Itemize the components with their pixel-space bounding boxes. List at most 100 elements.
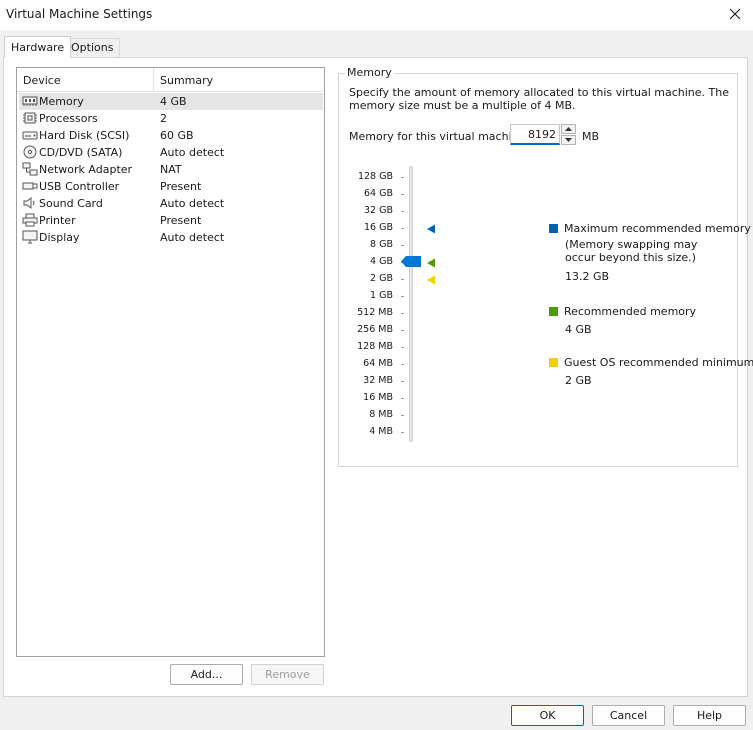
device-summary: Present <box>160 214 202 227</box>
device-summary: Auto detect <box>160 146 225 159</box>
device-list[interactable]: Device Summary Memory 4 GB Processors 2 … <box>16 67 325 657</box>
column-separator[interactable] <box>153 68 154 91</box>
list-header: Device Summary <box>17 68 324 92</box>
list-item-display[interactable]: Display Auto detect <box>19 229 323 246</box>
scale-label: 64 GB <box>364 188 393 199</box>
legend-guest-min-value: 2 GB <box>565 374 592 387</box>
list-item-sound-card[interactable]: Sound Card Auto detect <box>19 195 323 212</box>
legend-recommended-label: Recommended memory <box>564 305 697 318</box>
printer-icon <box>22 213 38 227</box>
remove-device-button[interactable]: Remove <box>251 664 324 685</box>
column-header-device[interactable]: Device <box>23 74 61 87</box>
cancel-button[interactable]: Cancel <box>592 705 665 726</box>
dialog-client: Hardware Options Device Summary Memory 4… <box>0 30 753 730</box>
tab-options[interactable]: Options <box>64 38 121 57</box>
scale-tick <box>401 432 404 433</box>
scale-tick <box>401 296 404 297</box>
list-item-network-adapter[interactable]: Network Adapter NAT <box>19 161 323 178</box>
device-name: Display <box>39 231 80 244</box>
memory-slider-track[interactable] <box>409 166 413 442</box>
legend-swatch-recommended <box>549 307 558 316</box>
scale-label: 1 GB <box>370 290 393 301</box>
tab-hardware[interactable]: Hardware <box>4 36 72 58</box>
device-name: USB Controller <box>39 180 120 193</box>
device-name: Network Adapter <box>39 163 133 176</box>
network-adapter-icon <box>22 162 38 176</box>
close-button[interactable] <box>723 3 747 25</box>
scale-label: 32 MB <box>363 375 393 386</box>
device-summary: Auto detect <box>160 231 225 244</box>
legend-swatch-max <box>549 224 558 233</box>
scale-tick <box>401 177 404 178</box>
usb-icon <box>22 182 38 190</box>
sound-icon <box>23 197 35 209</box>
scale-label: 4 GB <box>370 256 393 267</box>
scale-tick <box>401 194 404 195</box>
device-name: Printer <box>39 214 76 227</box>
list-item-hard-disk[interactable]: Hard Disk (SCSI) 60 GB <box>19 127 323 144</box>
device-summary: Auto detect <box>160 197 225 210</box>
legend-max-note-1: (Memory swapping may <box>565 238 698 251</box>
scale-tick <box>401 211 404 212</box>
scale-tick <box>401 415 404 416</box>
column-header-summary[interactable]: Summary <box>160 74 213 87</box>
hard-disk-icon <box>22 131 38 140</box>
guest-min-marker <box>427 275 435 285</box>
max-recommended-marker <box>427 224 435 234</box>
memory-field-label: Memory for this virtual machine: <box>349 130 530 143</box>
add-device-button[interactable]: Add... <box>170 664 243 685</box>
memory-unit: MB <box>582 130 600 143</box>
scale-label: 128 MB <box>357 341 393 352</box>
scale-label: 16 MB <box>363 392 393 403</box>
scale-label: 256 MB <box>357 324 393 335</box>
legend-max-value: 13.2 GB <box>565 270 610 283</box>
device-name: CD/DVD (SATA) <box>39 146 123 159</box>
window-title: Virtual Machine Settings <box>6 7 153 21</box>
list-item-usb-controller[interactable]: USB Controller Present <box>19 178 323 195</box>
ok-button[interactable]: OK <box>511 705 584 726</box>
memory-group-title: Memory <box>345 66 394 79</box>
scale-label: 128 GB <box>357 171 393 182</box>
memory-decrement-button[interactable] <box>561 135 576 145</box>
scale-tick <box>401 313 404 314</box>
hardware-tab-panel: Device Summary Memory 4 GB Processors 2 … <box>3 57 753 697</box>
legend-recommended-value: 4 GB <box>565 323 592 336</box>
list-item-memory[interactable]: Memory 4 GB <box>19 93 323 110</box>
processor-icon <box>23 112 37 124</box>
memory-slider-thumb[interactable] <box>401 256 421 267</box>
legend-guest-min-label: Guest OS recommended minimum <box>564 356 753 369</box>
scale-label: 4 MB <box>369 426 393 437</box>
memory-description: Specify the amount of memory allocated t… <box>349 86 729 112</box>
scale-label: 512 MB <box>357 307 393 318</box>
legend-max-note-2: occur beyond this size.) <box>565 251 696 264</box>
memory-input[interactable] <box>510 124 560 145</box>
scale-tick <box>401 245 404 246</box>
scale-label: 32 GB <box>364 205 393 216</box>
scale-tick <box>401 228 404 229</box>
scale-label: 2 GB <box>370 273 393 284</box>
scale-label: 16 GB <box>364 222 393 233</box>
legend-max-label: Maximum recommended memory <box>564 222 751 235</box>
close-icon <box>729 8 741 20</box>
scale-tick <box>401 347 404 348</box>
list-item-printer[interactable]: Printer Present <box>19 212 323 229</box>
device-summary: NAT <box>160 163 182 176</box>
scale-tick <box>401 381 404 382</box>
device-summary: 2 <box>160 112 167 125</box>
cd-dvd-icon <box>23 145 37 159</box>
scale-tick <box>401 364 404 365</box>
help-button[interactable]: Help <box>673 705 746 726</box>
scale-tick <box>401 398 404 399</box>
chevron-down-icon <box>565 138 572 142</box>
list-item-cd-dvd[interactable]: CD/DVD (SATA) Auto detect <box>19 144 323 161</box>
legend-swatch-guest-min <box>549 358 558 367</box>
device-name: Memory <box>39 95 84 108</box>
scale-label: 64 MB <box>363 358 393 369</box>
scale-label: 8 GB <box>370 239 393 250</box>
memory-increment-button[interactable] <box>561 124 576 134</box>
display-icon <box>22 230 38 244</box>
scale-tick <box>401 279 404 280</box>
recommended-marker <box>427 258 435 268</box>
device-summary: Present <box>160 180 202 193</box>
list-item-processors[interactable]: Processors 2 <box>19 110 323 127</box>
